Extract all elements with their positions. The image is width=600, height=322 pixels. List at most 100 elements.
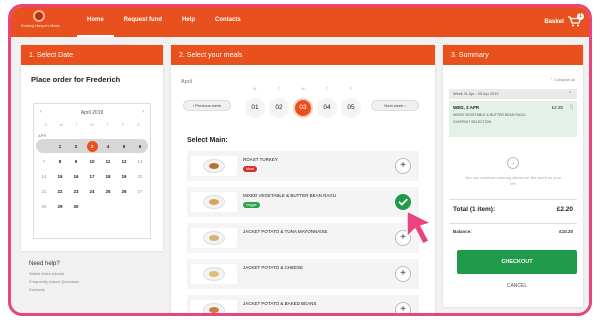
previous-week-label: Previous week bbox=[195, 103, 222, 108]
calendar-day[interactable]: 11 bbox=[100, 159, 116, 164]
add-meal-button[interactable]: + bbox=[395, 302, 411, 313]
calendar-day[interactable]: 8 bbox=[52, 159, 68, 164]
cancel-button[interactable]: CANCEL bbox=[457, 283, 577, 289]
weekday-label: S bbox=[136, 122, 140, 127]
calendar-day[interactable]: 28 bbox=[36, 204, 52, 209]
balance-value: £10.20 bbox=[559, 229, 573, 234]
weekday-letter: F bbox=[349, 87, 353, 91]
selected-day-number: 3 bbox=[86, 140, 98, 152]
weekday-number: 05 bbox=[341, 98, 361, 118]
total-label: Total (1 item): bbox=[453, 206, 496, 213]
weekday-thu[interactable]: T 04 bbox=[315, 87, 339, 118]
calendar-day[interactable]: 19 bbox=[116, 174, 132, 179]
calendar-day[interactable]: 5 bbox=[116, 144, 132, 149]
meal-item-roast-turkey[interactable]: ROAST TURKEY Meat + bbox=[187, 151, 419, 181]
meal-item-vegetable-ragu[interactable]: MIXED VEGETABLE & BUTTER BEAN RAGU Veggi… bbox=[187, 187, 419, 217]
meal-image bbox=[191, 156, 237, 176]
meal-name: MIXED VEGETABLE & BUTTER BEAN RAGU bbox=[243, 193, 337, 198]
meal-item-jacket-potato-tuna[interactable]: JACKET POTATO & TUNA MAYONNAISE + bbox=[187, 223, 419, 253]
pointer-cursor-icon bbox=[403, 207, 443, 247]
calendar-day[interactable]: 29 bbox=[52, 204, 68, 209]
meal-image bbox=[191, 300, 237, 313]
logo[interactable]: Reading Hampers Meals bbox=[21, 10, 60, 28]
logo-icon bbox=[33, 10, 45, 22]
calendar-day[interactable]: 22 bbox=[52, 189, 68, 194]
cart-icon: 1 bbox=[568, 13, 584, 27]
weekday-tue[interactable]: T 02 bbox=[267, 87, 291, 118]
calendar: ‹ April 2019 › S M T W T F S APR 1 2 3 4… bbox=[33, 103, 151, 239]
summary-week-bar[interactable]: Week 01 Apr - 05 Apr 2019 ⌃ bbox=[449, 89, 577, 99]
nav-help[interactable]: Help bbox=[172, 7, 205, 37]
weekday-mon[interactable]: M 01 bbox=[243, 87, 267, 118]
calendar-day[interactable]: 20 bbox=[132, 174, 148, 179]
divider bbox=[449, 199, 577, 200]
calendar-day[interactable]: 16 bbox=[68, 174, 84, 179]
calendar-day[interactable]: 9 bbox=[68, 159, 84, 164]
nav-contacts[interactable]: Contacts bbox=[205, 7, 251, 37]
next-week-button[interactable]: Next week › bbox=[371, 100, 419, 111]
calendar-day[interactable]: 4 bbox=[100, 144, 116, 149]
calendar-week-row: 14 15 16 17 18 19 20 bbox=[36, 169, 148, 183]
meal-image bbox=[191, 264, 237, 284]
calendar-day[interactable]: 12 bbox=[116, 159, 132, 164]
meal-item-jacket-potato-beans[interactable]: JACKET POTATO & BAKED BEANS + bbox=[187, 295, 419, 313]
weekday-letter: T bbox=[325, 87, 329, 91]
calendar-day[interactable]: 27 bbox=[132, 189, 148, 194]
logo-text: Reading Hampers Meals bbox=[21, 24, 60, 28]
previous-week-button[interactable]: ‹ Previous week bbox=[183, 100, 231, 111]
calendar-day[interactable]: 13 bbox=[132, 159, 148, 164]
calendar-day[interactable]: 30 bbox=[68, 204, 84, 209]
chevron-left-icon[interactable]: ‹ bbox=[40, 109, 42, 115]
calendar-day[interactable]: 23 bbox=[68, 189, 84, 194]
add-meal-button[interactable]: + bbox=[395, 158, 411, 174]
total-value: £2.20 bbox=[556, 206, 573, 213]
summary-item-price: £2.20 bbox=[551, 105, 563, 110]
food-icon bbox=[209, 271, 219, 277]
collapse-all-button[interactable]: ⌃ Collapse all bbox=[550, 77, 575, 82]
help-title: Need help? bbox=[29, 261, 60, 267]
calendar-day[interactable]: 21 bbox=[36, 189, 52, 194]
food-icon bbox=[209, 235, 219, 241]
week-month-label: April bbox=[181, 79, 193, 85]
calendar-day[interactable]: 7 bbox=[36, 159, 52, 164]
add-meal-button[interactable]: + bbox=[395, 266, 411, 282]
calendar-day[interactable]: 14 bbox=[36, 174, 52, 179]
nav-home[interactable]: Home bbox=[77, 7, 114, 37]
weekday-wed-selected[interactable]: W 03 bbox=[291, 87, 315, 118]
calendar-day[interactable]: 15 bbox=[52, 174, 68, 179]
calendar-day-selected[interactable]: 3 bbox=[84, 140, 100, 152]
calendar-day[interactable]: 26 bbox=[116, 189, 132, 194]
select-main-heading: Select Main: bbox=[187, 137, 228, 144]
meal-item-jacket-potato-cheese[interactable]: JACKET POTATO & CHEESE + bbox=[187, 259, 419, 289]
basket-button[interactable]: Basket 1 bbox=[544, 13, 584, 27]
calendar-day[interactable]: 17 bbox=[84, 174, 100, 179]
calendar-weekdays: S M T W T F S bbox=[34, 120, 150, 129]
summary-item-line: MIXED VEGETABLE & BUTTER BEAN RAGU bbox=[453, 113, 526, 117]
calendar-day[interactable]: 6 bbox=[132, 144, 148, 149]
help-link-contacts[interactable]: Contacts bbox=[29, 287, 79, 292]
meal-name: ROAST TURKEY bbox=[243, 157, 278, 162]
help-link-video[interactable]: Watch video tutorial bbox=[29, 271, 79, 276]
select-date-header: 1. Select Date bbox=[21, 45, 163, 65]
weekday-fri[interactable]: F 05 bbox=[339, 87, 363, 118]
weekday-label: F bbox=[121, 122, 125, 127]
chevron-up-icon: ⌃ bbox=[567, 91, 572, 97]
calendar-day[interactable]: 10 bbox=[84, 159, 100, 164]
calendar-day[interactable]: 24 bbox=[84, 189, 100, 194]
calendar-day[interactable]: 1 bbox=[52, 144, 68, 149]
calendar-day[interactable]: 18 bbox=[100, 174, 116, 179]
nav-request-fund[interactable]: Request fund bbox=[114, 7, 172, 37]
chevron-right-icon[interactable]: › bbox=[142, 109, 144, 115]
help-link-faq[interactable]: Frequently Asked Questions bbox=[29, 279, 79, 284]
next-week-label: Next week bbox=[384, 103, 404, 108]
order-for-title: Place order for Frederich bbox=[31, 75, 121, 84]
calendar-day[interactable]: 2 bbox=[68, 144, 84, 149]
trash-icon[interactable]: ▯ bbox=[570, 104, 573, 110]
weekday-label: T bbox=[75, 122, 78, 127]
weekday-letter: T bbox=[277, 87, 281, 91]
checkout-button[interactable]: CHECKOUT bbox=[457, 250, 577, 274]
weekday-letter: W bbox=[301, 87, 305, 91]
weekday-letter: M bbox=[253, 87, 257, 91]
weekday-selector: M 01 T 02 W 03 T 04 F 05 bbox=[243, 87, 363, 118]
calendar-day[interactable]: 25 bbox=[100, 189, 116, 194]
